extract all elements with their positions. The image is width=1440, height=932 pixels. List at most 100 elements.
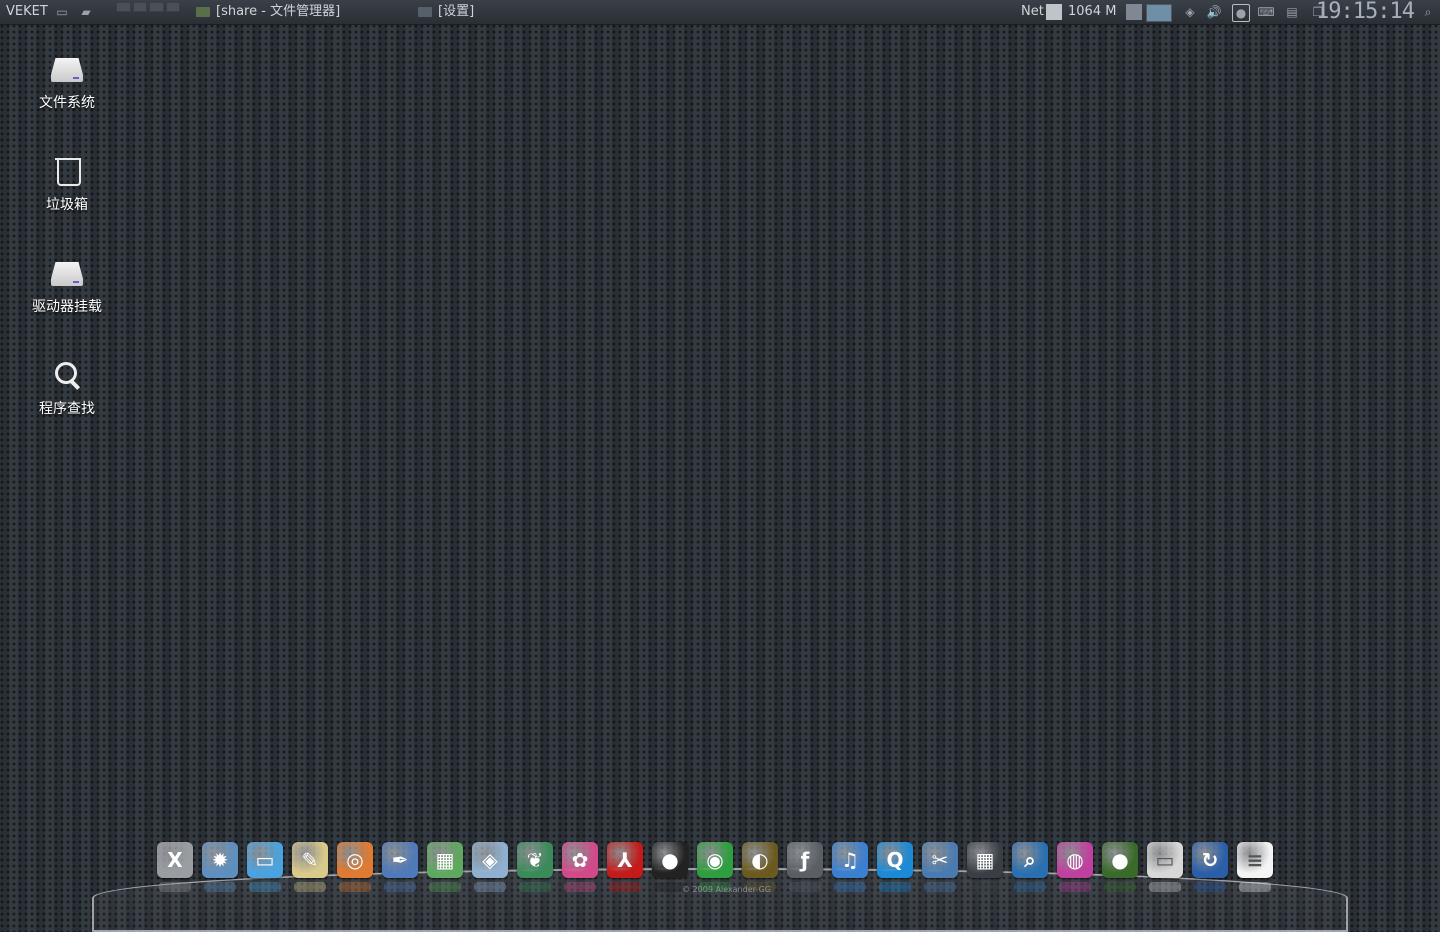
dock-item[interactable]: ↻ <box>1190 840 1230 892</box>
dock-reflection <box>519 882 551 892</box>
menu-brand[interactable]: VEKET <box>6 0 48 24</box>
blank-drive-icon: ▭ <box>1147 842 1183 878</box>
dock-item[interactable]: Q <box>875 840 915 892</box>
dock-reflection <box>834 882 866 892</box>
dock-item[interactable]: X <box>155 840 195 892</box>
dock-item[interactable]: ⅄ <box>605 840 645 892</box>
dock-item[interactable]: ▭ <box>245 840 285 892</box>
network-status-icon[interactable]: ◈ <box>1182 4 1198 20</box>
refresh-icon: ↻ <box>1192 842 1228 878</box>
file-manager-icon[interactable]: ▰ <box>78 4 94 20</box>
workspace-3[interactable] <box>149 2 164 12</box>
dock-item[interactable]: ✒ <box>380 840 420 892</box>
x-terminal-icon: X <box>157 842 193 878</box>
workspace-pager[interactable] <box>116 2 180 12</box>
net-label: Net <box>1021 4 1044 19</box>
dock-item[interactable]: ✎ <box>290 840 330 892</box>
text-editor-icon: ✎ <box>292 842 328 878</box>
draw-icon: ✒ <box>382 842 418 878</box>
document-thumbnail-icon: ≡ <box>1237 842 1273 878</box>
music-icon: ♫ <box>832 842 868 878</box>
task-title: [设置] <box>438 4 475 19</box>
monitor-icon: ▭ <box>247 842 283 878</box>
color-picker-icon: ◍ <box>1057 842 1093 878</box>
dock-item[interactable]: ▭ <box>1145 840 1185 892</box>
sphere-icon: ● <box>1102 842 1138 878</box>
flash-icon: ƒ <box>787 842 823 878</box>
search-magnifier-icon: ⌕ <box>1012 842 1048 878</box>
search-icon[interactable]: ⌕ <box>1420 4 1436 20</box>
dock-item[interactable]: ● <box>650 840 690 892</box>
dock-reflection <box>1239 882 1271 892</box>
dock-reflection <box>1104 882 1136 892</box>
desktop-icon-filesystem[interactable]: 文件系统 <box>14 52 120 112</box>
chrome-icon: ◉ <box>697 842 733 878</box>
dock-reflection <box>474 882 506 892</box>
desktop-icon-label: 驱动器挂载 <box>32 299 102 315</box>
dock-item[interactable]: ◐ <box>740 840 780 892</box>
cpu-graph-icon[interactable] <box>1126 4 1142 20</box>
dock-item[interactable]: ♫ <box>830 840 870 892</box>
dock-item[interactable]: ❦ <box>515 840 555 892</box>
window-icon <box>418 6 432 17</box>
memory-graph-icon[interactable] <box>1146 4 1172 22</box>
desktop-icon-drive-mount[interactable]: 驱动器挂载 <box>14 256 120 316</box>
volume-icon[interactable]: 🔊 <box>1206 4 1222 20</box>
dock-copyright: © 2009 Alexander-GG <box>682 885 771 894</box>
dock-reflection <box>924 882 956 892</box>
screenshot-icon: ✂ <box>922 842 958 878</box>
dock-item[interactable]: ◎ <box>335 840 375 892</box>
pdf-reader-icon: ⅄ <box>607 842 643 878</box>
task-settings[interactable]: [设置] <box>418 0 474 24</box>
desktop-icon-label: 文件系统 <box>39 95 95 111</box>
apps-grid-icon: ▦ <box>967 842 1003 878</box>
dock-reflection <box>294 882 326 892</box>
network-icon: ◎ <box>337 842 373 878</box>
spreadsheet-icon: ▦ <box>427 842 463 878</box>
dock-reflection <box>339 882 371 892</box>
dock-reflection <box>969 882 1001 892</box>
dock-reflection <box>564 882 596 892</box>
flower-icon: ✿ <box>562 842 598 878</box>
dock-item[interactable]: ◍ <box>1055 840 1095 892</box>
workspace-1[interactable] <box>116 2 131 12</box>
dock-item[interactable]: ▦ <box>425 840 465 892</box>
tray-app-icon[interactable]: ▤ <box>1284 4 1300 20</box>
dock-reflection <box>879 882 911 892</box>
dock-reflection <box>789 882 821 892</box>
record-icon[interactable]: ● <box>1232 4 1250 22</box>
dock-reflection <box>1059 882 1091 892</box>
desktop-icon-label: 程序查找 <box>39 401 95 417</box>
dock-reflection <box>384 882 416 892</box>
dock-item[interactable]: ≡ <box>1235 840 1275 892</box>
search-icon <box>49 358 85 394</box>
task-file-manager[interactable]: [share - 文件管理器] <box>196 0 340 24</box>
keyboard-icon[interactable]: ⌨ <box>1257 4 1274 20</box>
dock-item[interactable]: ◈ <box>470 840 510 892</box>
top-panel: VEKET ▭ ▰ [share - 文件管理器] [设置] Net 1064 … <box>0 0 1440 25</box>
dock-item[interactable]: ✂ <box>920 840 960 892</box>
workspace-4[interactable] <box>165 2 180 12</box>
qq-penguin-icon: ● <box>652 842 688 878</box>
clock[interactable]: 19:15:14 <box>1316 0 1415 24</box>
desktop-icon-program-search[interactable]: 程序查找 <box>14 358 120 418</box>
dock-item[interactable]: ◉ <box>695 840 735 892</box>
net-monitor-icon[interactable] <box>1046 4 1062 20</box>
workspace-2[interactable] <box>132 2 147 12</box>
drive-icon <box>49 52 85 88</box>
show-desktop-icon[interactable]: ▭ <box>54 4 70 20</box>
dock-reflection <box>1194 882 1226 892</box>
dock-item[interactable]: ● <box>1100 840 1140 892</box>
dock-item[interactable]: ✹ <box>200 840 240 892</box>
dock-reflection <box>159 882 191 892</box>
dock-reflection <box>429 882 461 892</box>
feather-icon: ❦ <box>517 842 553 878</box>
desktop-icon-trash[interactable]: 垃圾箱 <box>14 154 120 214</box>
dock-item[interactable]: ƒ <box>785 840 825 892</box>
dock-item[interactable]: ▦ <box>965 840 1005 892</box>
memory-usage: 1064 M <box>1068 4 1117 19</box>
dock-item[interactable]: ⌕ <box>1010 840 1050 892</box>
dock-item[interactable]: ✿ <box>560 840 600 892</box>
settings-gear-icon: ✹ <box>202 842 238 878</box>
quicktime-icon: Q <box>877 842 913 878</box>
